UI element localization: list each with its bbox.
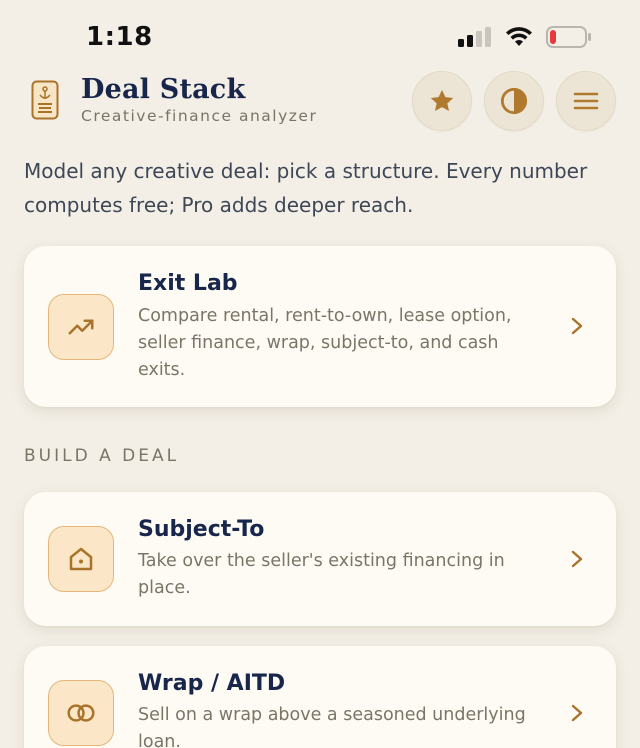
status-icons (458, 26, 592, 48)
theme-toggle-button[interactable] (484, 71, 544, 131)
card-title: Wrap / AITD (138, 671, 286, 696)
trending-up-icon (48, 294, 114, 360)
favorites-button[interactable] (412, 71, 472, 131)
wifi-icon (506, 27, 532, 46)
intro-text: Model any creative deal: pick a structur… (24, 159, 588, 217)
chevron-right-icon (571, 317, 583, 335)
battery-low-icon (546, 26, 591, 48)
home-icon (48, 526, 114, 592)
card-description: Take over the seller's existing financin… (138, 551, 505, 598)
deal-card-subject-to[interactable]: Subject-To Take over the seller's existi… (24, 492, 616, 626)
status-time: 1:18 (86, 22, 153, 52)
exit-lab-card[interactable]: Exit Lab Compare rental, rent-to-own, le… (24, 246, 616, 407)
card-title: Subject-To (138, 517, 265, 542)
card-description: Sell on a wrap above a seasoned underlyi… (138, 705, 526, 748)
menu-icon (573, 92, 599, 110)
star-icon (430, 89, 454, 112)
menu-button[interactable] (556, 71, 616, 131)
section-label: BUILD A DEAL (24, 446, 180, 466)
contrast-icon (500, 87, 528, 115)
app-title: Deal Stack (81, 74, 246, 105)
card-title: Exit Lab (138, 271, 238, 296)
deal-card-wrap-aitd[interactable]: Wrap / AITD Sell on a wrap above a seaso… (24, 646, 616, 748)
rings-icon (48, 680, 114, 746)
app-subtitle: Creative-finance analyzer (81, 107, 318, 125)
chevron-right-icon (571, 550, 583, 568)
cellular-signal-icon (458, 27, 491, 47)
chevron-right-icon (571, 704, 583, 722)
card-description: Compare rental, rent-to-own, lease optio… (138, 306, 512, 380)
app-logo-icon (31, 80, 59, 120)
status-bar: 1:18 (0, 0, 640, 64)
